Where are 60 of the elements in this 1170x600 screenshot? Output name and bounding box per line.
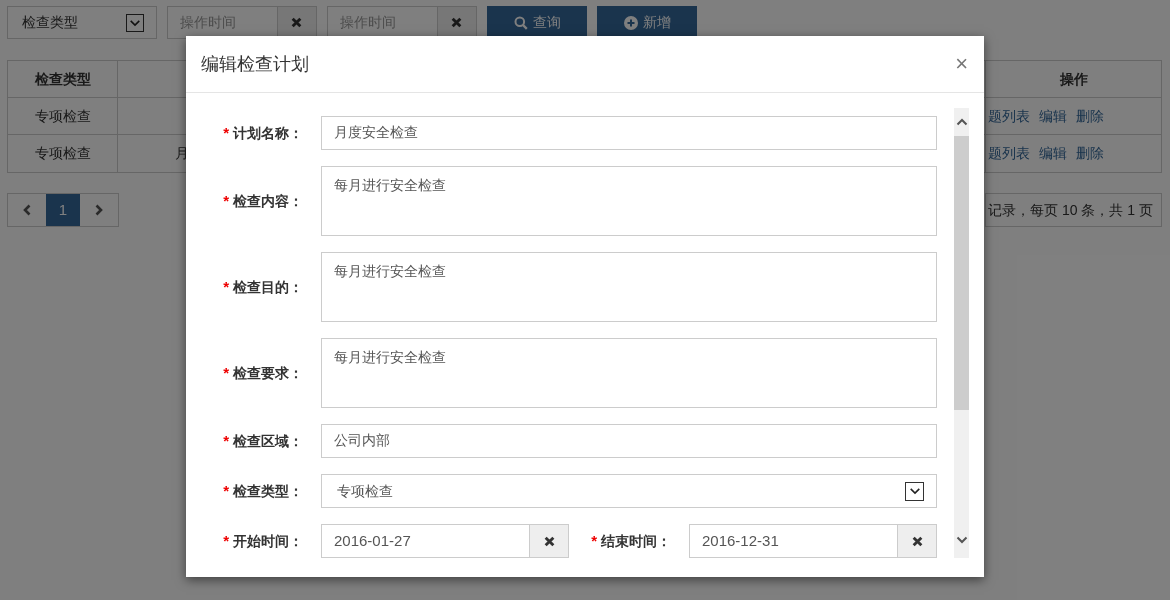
required-asterisk: *	[223, 122, 229, 143]
action-link[interactable]: 删除	[1076, 105, 1104, 127]
table-cell: 专项检查	[8, 135, 118, 172]
clear-button[interactable]	[276, 7, 316, 38]
required-asterisk: *	[223, 430, 229, 451]
chevron-right-icon	[94, 204, 104, 216]
field-label: 计划名称：	[233, 123, 303, 143]
clear-icon	[543, 535, 555, 547]
required-asterisk: *	[223, 276, 229, 297]
action-link[interactable]: 题列表	[988, 143, 1030, 164]
field-label: 检查目的：	[233, 277, 303, 297]
text-field[interactable]: 月度安全检查	[321, 116, 937, 150]
scroll-down-icon[interactable]	[955, 536, 968, 544]
field-label: 检查内容：	[233, 191, 303, 211]
required-asterisk: *	[223, 480, 229, 501]
chevron-left-icon	[22, 204, 32, 216]
action-link[interactable]: 编辑	[1039, 105, 1067, 127]
select-field[interactable]: 专项检查	[321, 474, 937, 508]
date-field[interactable]: 2016-01-27	[321, 524, 569, 558]
action-link[interactable]: 题列表	[988, 105, 1030, 127]
field-label: 开始时间：	[233, 531, 303, 551]
clear-icon	[291, 17, 303, 28]
page-summary: 记录，每页 10 条，共 1 页	[985, 193, 1162, 227]
field-label: 结束时间：	[601, 531, 671, 551]
textarea-field[interactable]: 每月进行安全检查	[321, 252, 937, 322]
clear-icon	[451, 17, 463, 28]
column-header: 检查类型	[8, 61, 118, 97]
clear-icon	[911, 535, 923, 547]
dropdown-caret-icon	[126, 13, 144, 32]
scrollbar-thumb[interactable]	[954, 136, 969, 410]
scroll-up-icon[interactable]	[955, 118, 968, 126]
table-cell: 专项检查	[8, 98, 118, 134]
select-value: 专项检查	[337, 481, 393, 501]
required-asterisk: *	[591, 530, 597, 551]
field-label: 检查要求：	[233, 363, 303, 383]
textarea-field[interactable]: 每月进行安全检查	[321, 166, 937, 236]
page-button[interactable]: 1	[46, 194, 80, 226]
text-field[interactable]: 公司内部	[321, 424, 937, 458]
action-link[interactable]: 编辑	[1039, 143, 1067, 164]
type-select[interactable]: 检查类型	[7, 6, 157, 39]
scrollbar[interactable]	[954, 108, 969, 558]
close-button[interactable]: ×	[955, 53, 968, 75]
column-header: 操作	[1058, 69, 1089, 89]
field-label: 检查区域：	[233, 431, 303, 451]
dropdown-caret-icon	[905, 481, 924, 501]
clear-button[interactable]	[436, 7, 476, 38]
field-label: 检查类型：	[233, 481, 303, 501]
clear-button[interactable]	[529, 525, 568, 557]
search-icon	[513, 15, 528, 30]
action-link[interactable]: 删除	[1076, 143, 1104, 164]
clear-button[interactable]	[897, 525, 936, 557]
textarea-field[interactable]: 每月进行安全检查	[321, 338, 937, 408]
dialog-title: 编辑检查计划	[201, 52, 309, 76]
required-asterisk: *	[223, 362, 229, 383]
date-field[interactable]: 2016-12-31	[689, 524, 937, 558]
plus-circle-icon	[623, 15, 638, 30]
required-asterisk: *	[223, 530, 229, 551]
table-cell-text: 月	[175, 144, 189, 163]
required-asterisk: *	[223, 190, 229, 211]
select-value: 检查类型	[22, 13, 78, 32]
